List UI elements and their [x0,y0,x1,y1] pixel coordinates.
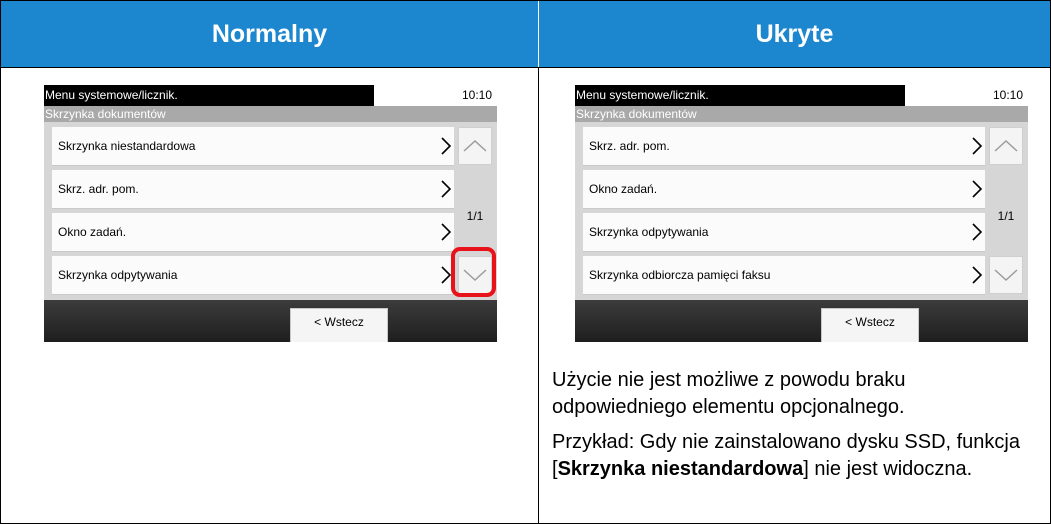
list-item-label: Skrzynka odbiorcza pamięci faksu [589,268,771,282]
panel-screen-hidden: Menu systemowe/licznik. 10:10 Skrzynka d… [575,85,1028,342]
scroll-down-button[interactable] [989,256,1023,294]
example-text: Przykład: Gdy nie zainstalowano dysku SS… [552,431,1020,480]
list-item-label: Okno zadań. [58,225,127,239]
back-button[interactable]: < Wstecz [290,308,388,342]
clock: 10:10 [461,88,492,102]
column-divider [538,1,539,523]
list-item-label: Skrz. adr. pom. [589,139,670,153]
scroll-up-button[interactable] [458,127,492,165]
list-item[interactable]: Okno zadań. [583,170,985,209]
list-item[interactable]: Skrzynka odpytywania [583,213,985,252]
list-item-label: Skrzynka odpytywania [589,225,709,239]
page-indicator: 1/1 [997,209,1015,223]
list-item[interactable]: Skrz. adr. pom. [52,170,454,209]
scroll-up-button[interactable] [989,127,1023,165]
chevron-right-icon [972,223,983,241]
list-item[interactable]: Skrzynka odpytywania [52,256,454,295]
bottom-bar: < Wstecz [575,300,1028,342]
status-bar: Menu systemowe/licznik. 10:10 [44,85,497,106]
list-item[interactable]: Skrzynka odbiorcza pamięci faksu [583,256,985,295]
breadcrumb: Skrzynka dokumentów [44,106,497,122]
back-button[interactable]: < Wstecz [821,308,919,342]
chevron-down-icon [994,269,1018,282]
chevron-right-icon [972,180,983,198]
list-item-label: Skrzynka niestandardowa [58,139,196,153]
page-indicator: 1/1 [466,209,484,223]
list-item-label: Skrzynka odpytywania [58,268,178,282]
panel-screen-normal: Menu systemowe/licznik. 10:10 Skrzynka d… [44,85,497,342]
chevron-right-icon [441,137,452,155]
list-item-label: Okno zadań. [589,182,658,196]
list-item-label: Skrz. adr. pom. [58,182,139,196]
clock: 10:10 [992,88,1023,102]
list-item[interactable]: Okno zadań. [52,213,454,252]
highlight-marker [451,247,496,297]
chevron-up-icon [463,139,487,152]
chevron-right-icon [441,223,452,241]
description-text: Użycie nie jest możliwe z powodu braku o… [552,369,906,418]
status-bar: Menu systemowe/licznik. 10:10 [575,85,1028,106]
header-divider [538,1,539,67]
chevron-right-icon [972,137,983,155]
row-divider [1,67,1050,68]
list-item[interactable]: Skrzynka niestandardowa [52,127,454,166]
feature-name: Skrzynka niestandardowa [557,458,804,480]
bottom-bar: < Wstecz [44,300,497,342]
list-area: Skrz. adr. pom. Okno zadań. Skrzynka odp… [575,122,1028,300]
screen-title: Menu systemowe/licznik. [576,88,709,102]
chevron-right-icon [441,180,452,198]
breadcrumb: Skrzynka dokumentów [575,106,1028,122]
header-hidden: Ukryte [539,1,1050,67]
chevron-right-icon [972,266,983,284]
list-item[interactable]: Skrz. adr. pom. [583,127,985,166]
chevron-up-icon [994,139,1018,152]
header-normal: Normalny [1,1,538,67]
screen-title: Menu systemowe/licznik. [45,88,178,102]
list-area: Skrzynka niestandardowa Skrz. adr. pom. … [44,122,497,300]
